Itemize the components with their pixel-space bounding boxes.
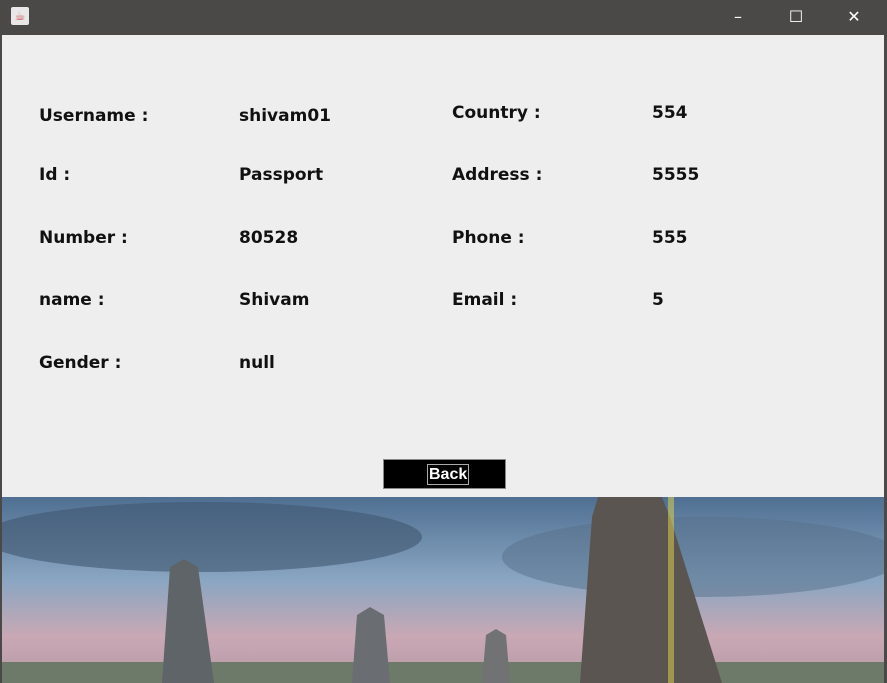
id-label: Id :: [39, 165, 71, 185]
back-button-label: Back: [427, 464, 470, 485]
number-label: Number :: [39, 228, 128, 248]
country-value: 554: [652, 103, 688, 123]
name-value: Shivam: [239, 290, 310, 310]
close-button[interactable]: ✕: [825, 0, 883, 35]
temple-background-image: [2, 497, 884, 683]
details-panel: [2, 35, 884, 497]
number-value: 80528: [239, 228, 299, 248]
name-label: name :: [39, 290, 105, 310]
address-label: Address :: [452, 165, 543, 185]
phone-value: 555: [652, 228, 688, 248]
gender-value: null: [239, 353, 275, 373]
maximize-button[interactable]: ☐: [767, 0, 825, 35]
gender-label: Gender :: [39, 353, 122, 373]
country-label: Country :: [452, 103, 541, 123]
address-value: 5555: [652, 165, 700, 185]
username-label: Username :: [39, 106, 149, 126]
email-value: 5: [652, 290, 664, 310]
java-app-icon: ☕: [11, 7, 29, 25]
back-button[interactable]: Back: [383, 459, 506, 489]
email-label: Email :: [452, 290, 518, 310]
title-bar: ☕ – ☐ ✕: [0, 0, 887, 35]
phone-label: Phone :: [452, 228, 525, 248]
minimize-button[interactable]: –: [709, 0, 767, 35]
username-value: shivam01: [239, 106, 331, 126]
id-value: Passport: [239, 165, 324, 185]
